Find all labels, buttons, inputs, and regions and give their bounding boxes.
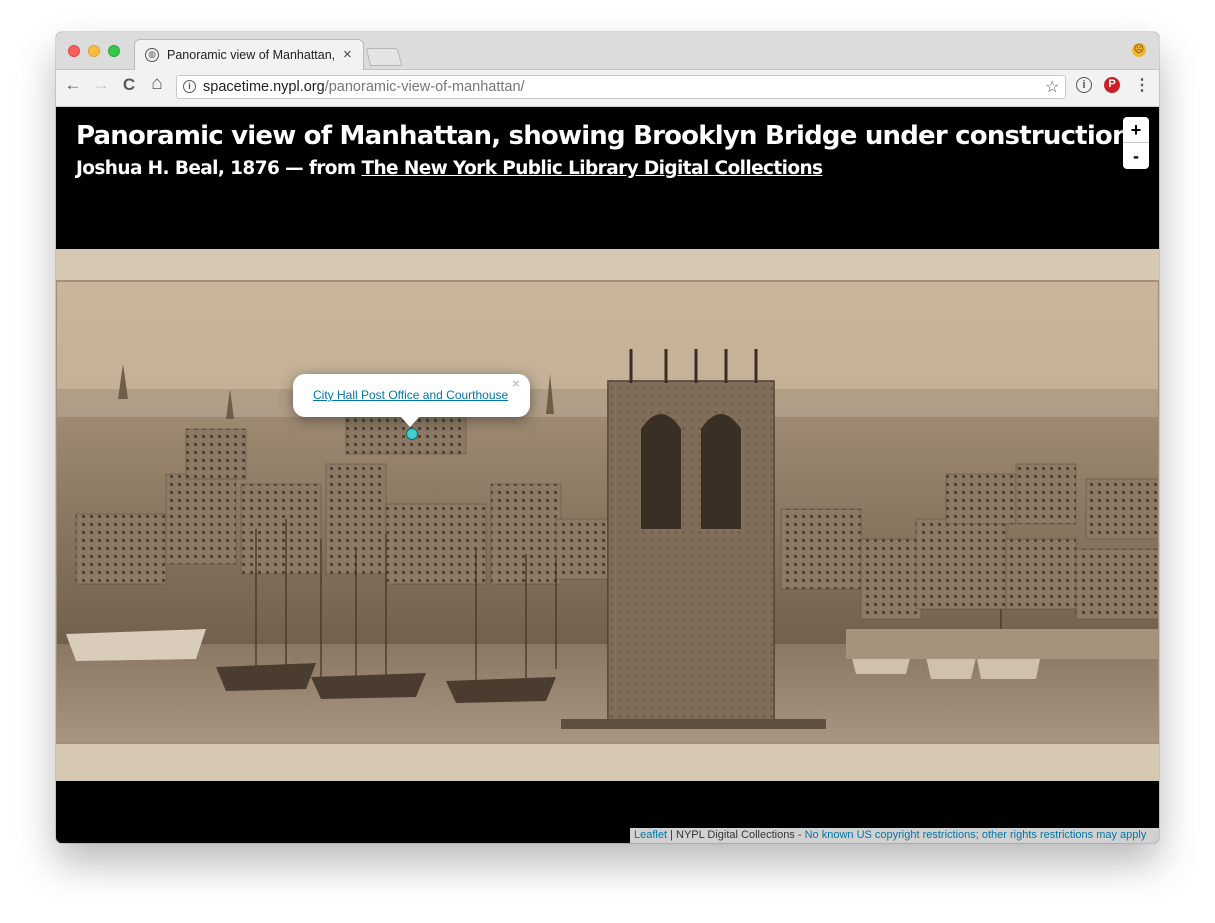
tab-active[interactable]: ◍ Panoramic view of Manhattan, showing B… — [134, 39, 364, 71]
url-text: spacetime.nypl.org/panoramic-view-of-man… — [203, 79, 525, 95]
profile-emoji-icon[interactable]: ☹ — [1132, 43, 1146, 57]
panoramic-photo[interactable] — [56, 249, 1159, 781]
attribution-text: | NYPL Digital Collections - — [667, 829, 805, 841]
browser-window: ◍ Panoramic view of Manhattan, showing B… — [56, 32, 1159, 843]
page-byline: Joshua H. Beal, 1876 — from The New York… — [76, 158, 823, 179]
popup-tip — [400, 416, 420, 427]
zoom-control: + - — [1123, 117, 1149, 169]
rights-link[interactable]: No known US copyright restrictions; othe… — [805, 829, 1147, 841]
maximize-window-button[interactable] — [108, 45, 120, 57]
browser-menu-icon[interactable]: ⋮ — [1134, 75, 1150, 95]
globe-icon: ◍ — [145, 48, 159, 62]
new-tab-button[interactable] — [365, 48, 403, 66]
collection-link[interactable]: The New York Public Library Digital Coll… — [361, 158, 823, 179]
url-path: /panoramic-view-of-manhattan/ — [324, 79, 525, 95]
popup-location-link[interactable]: City Hall Post Office and Courthouse — [313, 388, 508, 402]
tab-title: Panoramic view of Manhattan, showing Bro… — [167, 48, 337, 62]
pinterest-icon[interactable]: P — [1104, 77, 1120, 93]
leaflet-link[interactable]: Leaflet — [634, 829, 667, 841]
back-arrow-icon[interactable]: ← — [62, 75, 84, 95]
byline-text: Joshua H. Beal, 1876 — from — [76, 158, 362, 179]
page-content: Panoramic view of Manhattan, showing Bro… — [56, 107, 1159, 843]
piers — [846, 629, 1159, 659]
popup-close-icon[interactable]: × — [512, 376, 520, 391]
close-window-button[interactable] — [68, 45, 80, 57]
zoom-out-button[interactable]: - — [1123, 143, 1149, 169]
site-info-icon[interactable]: i — [183, 80, 196, 93]
minimize-window-button[interactable] — [88, 45, 100, 57]
location-popup: City Hall Post Office and Courthouse × — [293, 374, 530, 417]
extension-info-icon[interactable]: i — [1076, 77, 1092, 93]
address-bar[interactable]: i spacetime.nypl.org/panoramic-view-of-m… — [176, 75, 1066, 99]
page-title: Panoramic view of Manhattan, showing Bro… — [76, 121, 1131, 151]
home-icon[interactable]: ⌂ — [146, 73, 168, 95]
browser-toolbar: ← → C ⌂ i spacetime.nypl.org/panoramic-v… — [56, 70, 1159, 107]
zoom-in-button[interactable]: + — [1123, 117, 1149, 143]
title-bar: ◍ Panoramic view of Manhattan, showing B… — [56, 32, 1159, 71]
forward-arrow-icon[interactable]: → — [90, 75, 112, 95]
map-attribution: Leaflet | NYPL Digital Collections - No … — [630, 828, 1159, 843]
bookmark-star-icon[interactable]: ☆ — [1045, 77, 1059, 97]
location-marker[interactable] — [406, 428, 418, 440]
reload-icon[interactable]: C — [118, 75, 140, 95]
tab-close-icon[interactable]: × — [343, 46, 352, 63]
url-domain: spacetime.nypl.org — [203, 79, 325, 95]
